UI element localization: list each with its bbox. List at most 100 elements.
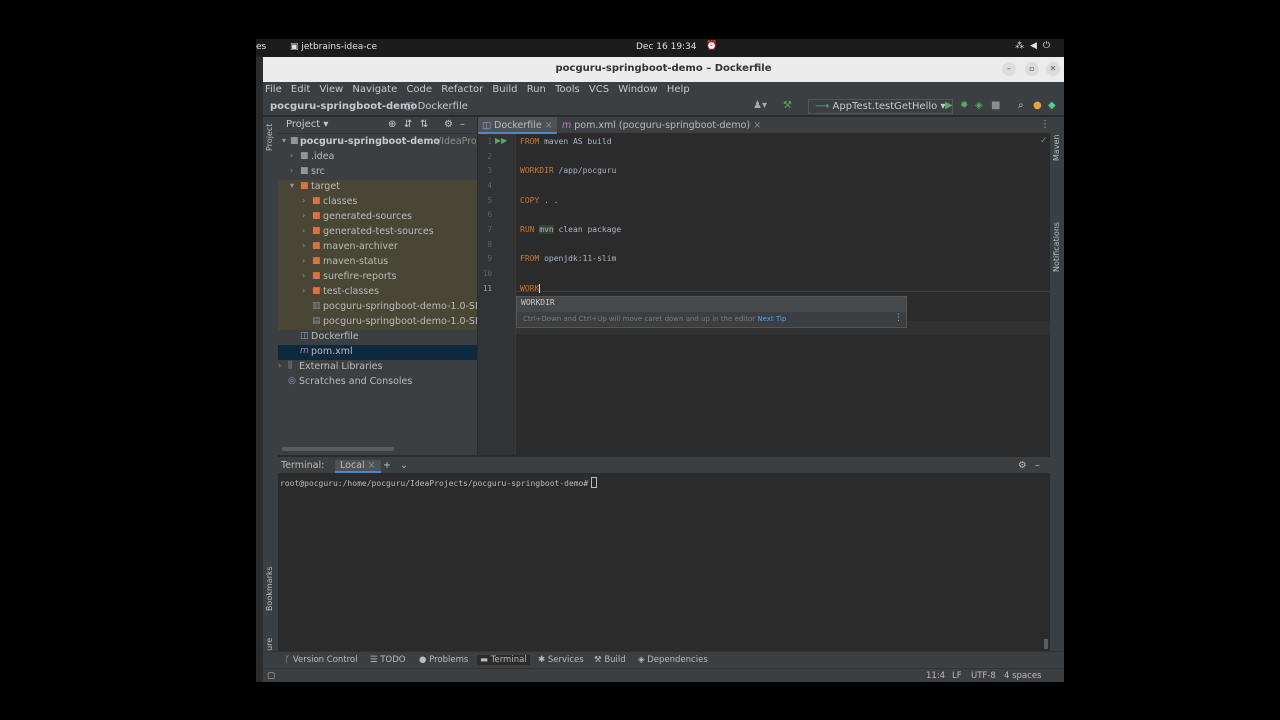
close-icon[interactable]: × (545, 120, 553, 131)
run-configuration-select[interactable]: ⟶ AppTest.testGetHello ▾ (808, 99, 953, 114)
terminal[interactable]: root@pocguru:/home/pocguru/IdeaProjects/… (278, 473, 1050, 651)
tab-build[interactable]: ⚒ Build (594, 655, 626, 665)
search-icon[interactable]: ⌕ (1018, 100, 1024, 111)
updates-icon[interactable]: ● (1033, 100, 1042, 111)
tree-item-classes[interactable]: › ■ classes (278, 195, 477, 210)
collapse-all-icon[interactable]: ⇅ (420, 119, 428, 130)
tab-services[interactable]: ✱ Services (538, 655, 584, 665)
gear-icon[interactable]: ⚙ (1018, 460, 1027, 471)
breadcrumb-project[interactable]: pocguru-springboot-demo (270, 101, 417, 112)
more-tabs-icon[interactable]: ⋮ (1040, 119, 1050, 130)
code-keyword: WORKDIR (520, 166, 554, 175)
tree-item-jar-original[interactable]: ▤ pocguru-springboot-demo-1.0-SNA (278, 315, 477, 330)
indent-setting[interactable]: 4 spaces (1004, 671, 1041, 681)
caret-position[interactable]: 11:4 (926, 671, 945, 681)
close-window-button[interactable]: ✕ (1046, 62, 1060, 76)
clock[interactable]: Dec 16 19:34 (636, 42, 697, 52)
expand-all-icon[interactable]: ⇵ (404, 119, 412, 130)
file-encoding[interactable]: UTF-8 (971, 671, 996, 681)
breadcrumb-file[interactable]: ◫ Dockerfile (405, 101, 468, 112)
menu-code[interactable]: Code (404, 82, 436, 95)
tree-item-generated-test-sources[interactable]: › ■ generated-test-sources (278, 225, 477, 240)
tree-item-jar[interactable]: ▥ pocguru-springboot-demo-1.0-SNA (278, 300, 477, 315)
menu-file[interactable]: File (263, 82, 286, 95)
project-view-select[interactable]: Project ▾ (286, 119, 328, 130)
run-gutter-icon[interactable]: ▶▶ (495, 136, 507, 145)
build-hammer-icon[interactable]: ⚒ (783, 100, 792, 111)
code-text: /app/pocguru (553, 166, 617, 175)
terminal-tab-local[interactable]: Local × (335, 460, 381, 473)
chevron-down-icon[interactable]: ⌄ (400, 460, 408, 471)
project-tool-label[interactable]: Project (265, 124, 274, 151)
add-terminal-icon[interactable]: + (383, 460, 391, 471)
coverage-icon[interactable]: ◈ (975, 100, 983, 111)
app-menu[interactable]: ▣ jetbrains-idea-ce (290, 42, 377, 52)
tree-item-src[interactable]: › ■ src (278, 165, 477, 180)
tree-item-test-classes[interactable]: › ■ test-classes (278, 285, 477, 300)
restore-button[interactable]: ▫ (1025, 62, 1039, 76)
tab-todo[interactable]: ☰ TODO (370, 655, 405, 665)
menu-help[interactable]: Help (665, 82, 694, 95)
close-icon[interactable]: × (753, 120, 761, 131)
menu-tools[interactable]: Tools (553, 82, 584, 95)
menu-navigate[interactable]: Navigate (350, 82, 401, 95)
tree-item-target[interactable]: ▾ ■ target (278, 180, 477, 195)
hide-panel-icon[interactable]: – (460, 119, 465, 130)
user-icon[interactable]: ♟▾ (753, 100, 767, 111)
notifications-tool-label[interactable]: Notifications (1052, 222, 1061, 272)
menu-view[interactable]: View (317, 82, 347, 95)
completion-tip: Ctrl+Down and Ctrl+Up will move caret do… (523, 315, 786, 323)
plugin-icon[interactable]: ◆ (1048, 100, 1056, 111)
maven-file-icon: m (562, 120, 575, 131)
menu-build[interactable]: Build (490, 82, 521, 95)
maven-tool-label[interactable]: Maven (1052, 134, 1061, 161)
tree-item-scratches[interactable]: ◎ Scratches and Consoles (278, 375, 477, 390)
tab-pom[interactable]: m pom.xml (pocguru-springboot-demo) × (558, 117, 765, 134)
tab-version-control[interactable]: ᚴ Version Control (285, 655, 358, 665)
activities-button[interactable]: es (256, 42, 266, 52)
menu-window[interactable]: Window (616, 82, 661, 95)
stop-icon[interactable]: ■ (991, 100, 1000, 111)
menu-edit[interactable]: Edit (289, 82, 314, 95)
tree-item-root[interactable]: ▾ ■ pocguru-springboot-demo ~/IdeaProj (278, 135, 477, 150)
bookmarks-tool-label[interactable]: Bookmarks (265, 566, 274, 611)
tree-item-idea[interactable]: › ■ .idea (278, 150, 477, 165)
hide-panel-icon[interactable]: – (1035, 460, 1040, 471)
gear-icon[interactable]: ⚙ (444, 119, 453, 130)
menu-bar: File Edit View Navigate Code Refactor Bu… (263, 82, 1064, 99)
line-number: 9 (487, 254, 492, 263)
network-icon: ⁂ (1014, 41, 1030, 51)
code-editor[interactable]: 1 ▶▶ 2 3 4 5 6 7 8 9 10 11 FROM maven AS… (478, 134, 1050, 455)
tree-item-surefire-reports[interactable]: › ■ surefire-reports (278, 270, 477, 285)
tab-dependencies[interactable]: ◈ Dependencies (638, 655, 708, 665)
tab-problems[interactable]: ● Problems (419, 655, 468, 665)
horizontal-scrollbar[interactable] (282, 447, 394, 451)
menu-run[interactable]: Run (525, 82, 550, 95)
completion-item[interactable]: WORKDIR (517, 297, 906, 312)
chevron-right-icon: › (302, 286, 306, 295)
tree-item-label: classes (323, 196, 358, 207)
tree-item-generated-sources[interactable]: › ■ generated-sources (278, 210, 477, 225)
more-options-icon[interactable]: ⋮ (894, 313, 903, 323)
line-separator[interactable]: LF (952, 671, 962, 681)
next-tip-link[interactable]: Next Tip (757, 315, 786, 323)
menu-refactor[interactable]: Refactor (439, 82, 487, 95)
code-text: . . (539, 196, 559, 205)
terminal-scrollbar[interactable] (1044, 639, 1048, 649)
menu-vcs[interactable]: VCS (587, 82, 613, 95)
run-icon[interactable]: ▶ (945, 100, 953, 111)
tree-item-pom[interactable]: m pom.xml (278, 345, 477, 360)
tree-item-maven-status[interactable]: › ■ maven-status (278, 255, 477, 270)
tab-terminal[interactable]: ▬ Terminal (477, 655, 530, 665)
close-icon[interactable]: × (368, 460, 376, 471)
tree-item-external-libraries[interactable]: › ⫼ External Libraries (278, 360, 477, 375)
system-tray[interactable]: ⁂◀⏻ (1015, 41, 1056, 51)
tree-item-dockerfile[interactable]: ◫ Dockerfile (278, 330, 477, 345)
minimize-button[interactable]: – (1002, 62, 1016, 76)
layout-icon[interactable]: ▢ (267, 671, 275, 681)
tab-dockerfile[interactable]: ◫ Dockerfile × (478, 117, 557, 134)
locate-icon[interactable]: ⊕ (388, 119, 396, 130)
chevron-right-icon: › (302, 196, 306, 205)
debug-icon[interactable]: ✹ (960, 100, 968, 111)
tree-item-maven-archiver[interactable]: › ■ maven-archiver (278, 240, 477, 255)
